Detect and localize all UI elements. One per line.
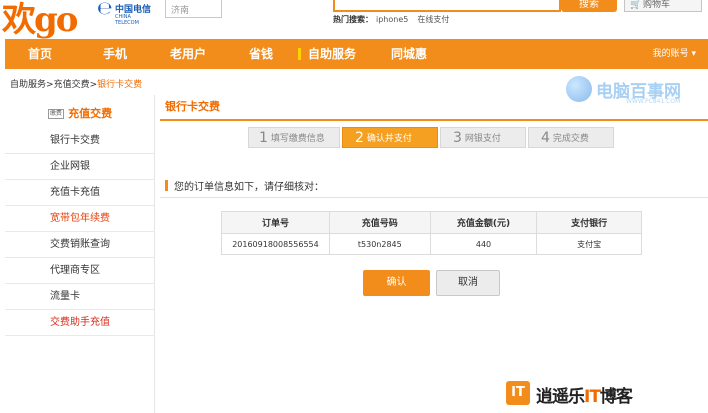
sidebar-item-bank-card[interactable]: 银行卡交费 <box>5 128 155 154</box>
blog-name-part: 逍遥乐 <box>536 387 585 407</box>
nav-item-save-money[interactable]: 省钱 <box>249 39 273 69</box>
blog-name-part: IT <box>584 387 601 407</box>
step-label: 确认并支付 <box>366 134 412 144</box>
sidebar-title: 充值交费 <box>68 107 113 120</box>
recharge-amount: 440 <box>429 233 538 255</box>
progress-steps: 1 填写缴费信息 2 确认并支付 3 网银支付 4 完成交费 <box>248 127 614 148</box>
account-menu[interactable]: 我的账号 ▾ <box>653 39 696 69</box>
search-button[interactable]: 搜索 <box>561 0 617 12</box>
sidebar-item-payment-query[interactable]: 交费销账查询 <box>5 232 155 258</box>
step-label: 网银支付 <box>464 134 501 144</box>
nav-item-home[interactable]: 首页 <box>28 39 52 69</box>
sidebar-item-enterprise-bank[interactable]: 企业网银 <box>5 154 155 180</box>
sidebar-item-payment-assistant[interactable]: 交费助手充值 <box>5 310 155 336</box>
cart-button[interactable]: 🛒 购物车 <box>624 0 702 12</box>
order-number: 20160918008556554 <box>221 233 330 255</box>
breadcrumb-current: 银行卡交费 <box>97 80 143 90</box>
main-nav: 首页 手机 老用户 省钱 自助服务 同城惠 我的账号 ▾ <box>5 39 708 69</box>
cart-label: 购物车 <box>643 0 671 10</box>
step-label: 完成交费 <box>552 134 589 144</box>
sidebar-item-recharge-card[interactable]: 充值卡充值 <box>5 180 155 206</box>
logo-prefix: 欢 <box>2 0 36 40</box>
recharge-number: t530n2845 <box>328 233 431 255</box>
hot-search-label: 热门搜索： <box>333 15 373 24</box>
blog-name: 逍遥乐IT博客 <box>536 382 633 407</box>
search-input[interactable] <box>333 0 561 12</box>
top-header: 欢go ℮ 中国电信 CHINA TELECOM 济南 搜索 🛒 购物车 热门搜… <box>0 0 708 41</box>
step-number: 1 <box>259 130 268 146</box>
sidebar-item-agent-zone[interactable]: 代理商专区 <box>5 258 155 284</box>
step-online-bank: 3 网银支付 <box>440 127 526 148</box>
breadcrumb: 自助服务>充值交费>银行卡交费 <box>10 77 142 90</box>
hot-search-item[interactable]: iphone5 <box>376 15 408 24</box>
breadcrumb-sep: > <box>89 80 98 90</box>
sidebar-item-broadband[interactable]: 宽带包年续费 <box>5 206 155 232</box>
column-header: 订单号 <box>221 211 330 234</box>
step-confirm-pay: 2 确认并支付 <box>342 127 438 148</box>
telecom-icon: ℮ <box>97 0 113 19</box>
nav-highlight-bar <box>298 48 301 60</box>
cart-icon: 🛒 <box>630 0 642 10</box>
step-complete: 4 完成交费 <box>528 127 614 148</box>
blog-logo-icon: IT <box>506 381 530 405</box>
order-info-heading: 您的订单信息如下，请仔细核对： <box>160 172 708 198</box>
nav-item-phone[interactable]: 手机 <box>103 39 127 69</box>
order-table: 订单号 充值号码 充值金额(元) 支付银行 20160918008556554 … <box>221 211 642 255</box>
sidebar-item-data-card[interactable]: 流量卡 <box>5 284 155 310</box>
china-telecom-logo: ℮ 中国电信 CHINA TELECOM <box>97 0 155 26</box>
step-label: 填写缴费信息 <box>270 134 325 144</box>
blog-name-part: 博客 <box>599 387 633 407</box>
sidebar: 缴费 充值交费 银行卡交费 企业网银 充值卡充值 宽带包年续费 交费销账查询 代… <box>5 95 155 413</box>
column-header: 充值号码 <box>328 211 431 234</box>
payment-icon: 缴费 <box>47 109 64 119</box>
logo-text: go <box>34 0 78 40</box>
breadcrumb-sep: > <box>46 80 54 90</box>
page-title: 银行卡交费 <box>165 100 220 113</box>
site-logo[interactable]: 欢go <box>2 0 78 41</box>
telecom-name-en: CHINA TELECOM <box>115 14 139 26</box>
sidebar-header: 缴费 充值交费 <box>5 99 155 129</box>
cancel-button[interactable]: 取消 <box>436 270 500 296</box>
breadcrumb-item[interactable]: 自助服务 <box>10 80 46 90</box>
column-header: 充值金额(元) <box>429 211 538 234</box>
confirm-button[interactable]: 确认 <box>363 270 430 296</box>
heading-marker <box>165 180 168 191</box>
step-number: 2 <box>355 130 364 146</box>
watermark-blog: IT 逍遥乐IT博客 <box>506 381 686 407</box>
hot-search-item[interactable]: 在线支付 <box>417 15 449 24</box>
city-selector[interactable]: 济南 <box>165 0 222 18</box>
nav-item-existing-users[interactable]: 老用户 <box>170 39 206 69</box>
order-info-text: 您的订单信息如下，请仔细核对： <box>174 182 324 193</box>
panel-header: 银行卡交费 <box>160 95 708 121</box>
column-header: 支付银行 <box>536 211 642 234</box>
payment-bank: 支付宝 <box>536 233 642 255</box>
step-number: 4 <box>541 130 550 146</box>
sidebar-list: 银行卡交费 企业网银 充值卡充值 宽带包年续费 交费销账查询 代理商专区 流量卡… <box>5 128 155 336</box>
nav-item-local-deals[interactable]: 同城惠 <box>391 39 427 69</box>
breadcrumb-item[interactable]: 充值交费 <box>54 80 90 90</box>
step-number: 3 <box>453 130 462 146</box>
table-header-row: 订单号 充值号码 充值金额(元) 支付银行 <box>221 211 642 234</box>
hot-search: 热门搜索： iphone5 在线支付 <box>333 14 455 25</box>
nav-item-self-service[interactable]: 自助服务 <box>308 39 356 69</box>
table-row: 20160918008556554 t530n2845 440 支付宝 <box>221 233 642 255</box>
step-fill-info: 1 填写缴费信息 <box>248 127 340 148</box>
